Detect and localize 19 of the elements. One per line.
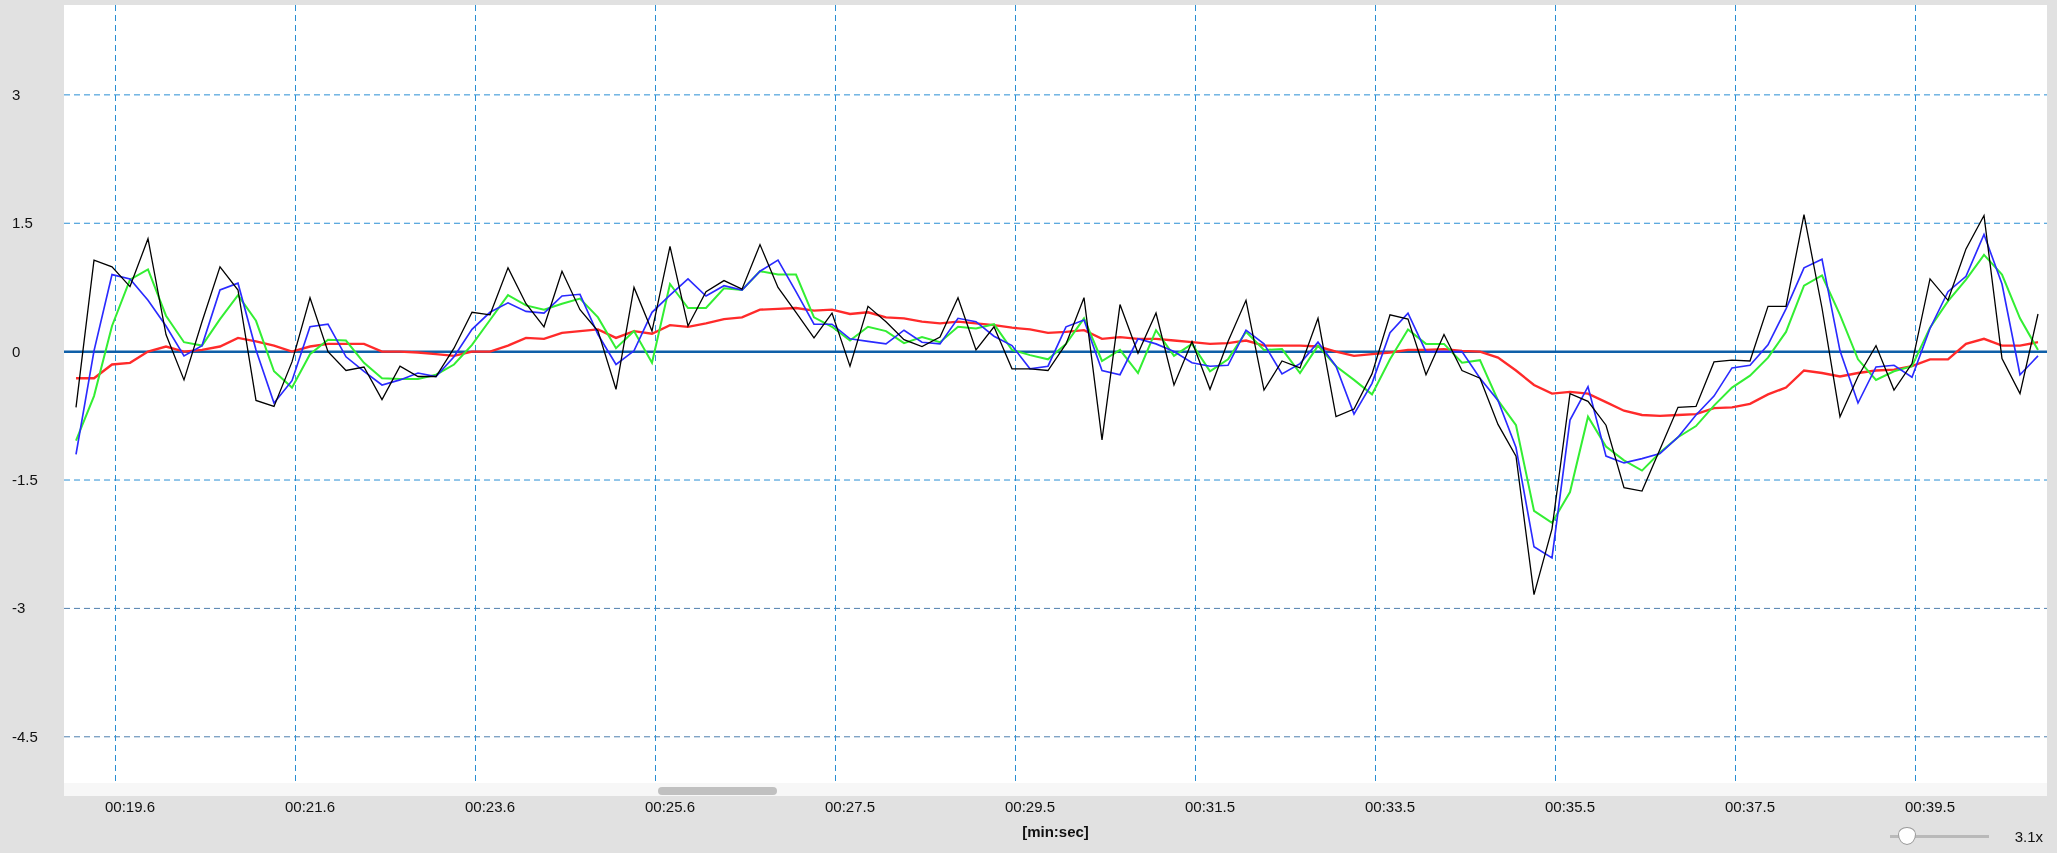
x-tick-label: 00:19.6 — [105, 798, 155, 815]
x-tick-label: 00:37.5 — [1725, 798, 1775, 815]
y-tick-label: -3 — [12, 599, 26, 617]
x-tick-label: 00:35.5 — [1545, 798, 1595, 815]
y-tick-label: 0 — [12, 342, 21, 360]
y-tick-label: 1.5 — [12, 214, 33, 232]
x-tick-label: 00:21.6 — [285, 798, 335, 815]
x-tick-label: 00:25.6 — [645, 798, 695, 815]
x-tick-label: 00:39.5 — [1905, 798, 1955, 815]
y-tick-label: 3 — [12, 85, 21, 103]
x-tick-label: 00:33.5 — [1365, 798, 1415, 815]
y-tick-label: -4.5 — [12, 727, 38, 745]
x-tick-label: 00:27.5 — [825, 798, 875, 815]
axis-title: [min:sec] — [1022, 823, 1089, 840]
x-tick-label: 00:23.6 — [465, 798, 515, 815]
x-tick-label: 00:29.5 — [1005, 798, 1055, 815]
zoom-reading: 3.1x — [2014, 827, 2043, 845]
y-tick-label: -1.5 — [12, 471, 38, 488]
x-tick-label: 00:31.5 — [1185, 798, 1235, 815]
